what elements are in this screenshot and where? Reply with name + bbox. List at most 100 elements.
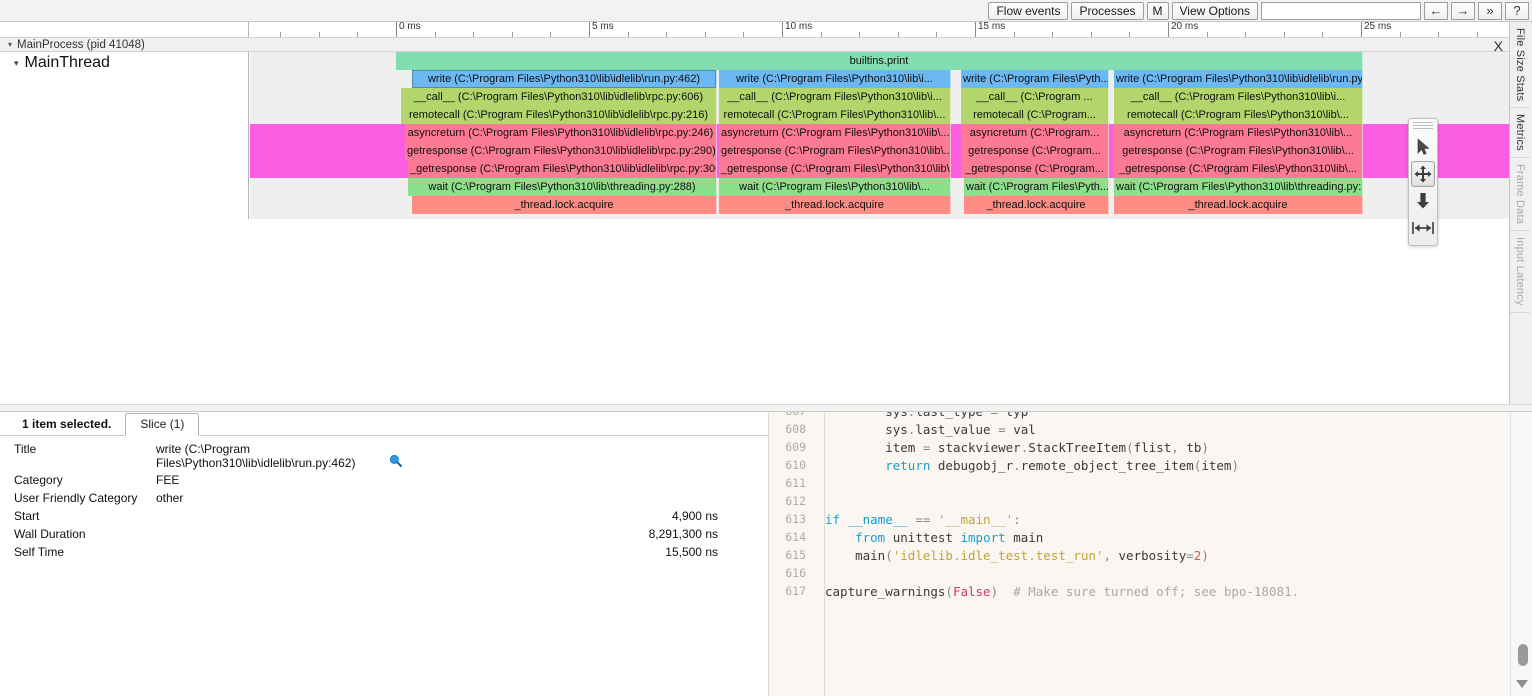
flame-slice[interactable]: write (C:\Program Files\Python310\lib\id…	[412, 70, 717, 88]
ruler-tick-label: 25 ms	[1364, 22, 1392, 32]
tab-slice[interactable]: Slice (1)	[125, 413, 200, 436]
flame-slice-label: write (C:\Program Files\Python310\lib\id…	[1116, 73, 1362, 85]
horizontal-arrows-icon	[1412, 222, 1434, 234]
flame-slice[interactable]: wait (C:\Program Files\Python310\lib\thr…	[1114, 178, 1363, 196]
trace-viewer-app: Flow events Processes M View Options ← → » …	[0, 0, 1532, 696]
flame-slice[interactable]: __call__ (C:\Program ...	[961, 88, 1109, 106]
flame-slice[interactable]: getresponse (C:\Program Files\Python310\…	[719, 142, 951, 160]
process-expand-caret-icon[interactable]: ▾	[8, 40, 12, 49]
code-line: 614 from unittest import main	[769, 528, 1510, 546]
flame-chart[interactable]: builtins.print write (C:\Program Files\Py…	[250, 52, 1509, 219]
flame-slice[interactable]: remotecall (C:\Program Files\Python310\l…	[1114, 106, 1363, 124]
flame-slice[interactable]: asyncreturn (C:\Program Files\Python310\…	[719, 124, 951, 142]
code-text: from unittest import main	[855, 529, 1044, 545]
selection-count-label: 1 item selected.	[22, 417, 112, 431]
flow-events-button[interactable]: Flow events	[988, 1, 1069, 20]
scrollbar-thumb[interactable]	[1518, 644, 1528, 666]
line-number: 616	[785, 566, 806, 580]
panel-splitter[interactable]	[0, 404, 1532, 412]
overflow-menu-button[interactable]: »	[1478, 1, 1502, 20]
property-value-cell: 15,500 ns	[156, 545, 760, 559]
code-panel-scrollbar[interactable]	[1510, 412, 1532, 696]
search-input[interactable]	[1261, 1, 1421, 20]
process-header-row[interactable]: ▾ MainProcess (pid 41048) X	[0, 37, 1509, 54]
source-code-panel[interactable]: 607 sys.last_type = typ608 sys.last_valu…	[768, 412, 1510, 696]
drag-handle-icon[interactable]	[1413, 122, 1433, 131]
metrics-button[interactable]: M	[1146, 1, 1169, 20]
right-side-panel-tabs[interactable]: File Size Stats Metrics Frame Data Input La…	[1509, 22, 1532, 418]
property-value: write (C:\Program Files\Python310\lib\id…	[156, 442, 356, 470]
flame-slice-label: getresponse (C:\Program Files\Python310\…	[721, 145, 950, 157]
flame-row-depth-2: __call__ (C:\Program Files\Python310\lib…	[250, 88, 1509, 106]
code-text: item = stackviewer.StackTreeItem(flist, …	[885, 439, 1209, 455]
code-line: 613 if __name__ == '__main__':	[769, 510, 1510, 528]
pan-tool-button[interactable]	[1411, 161, 1435, 187]
processes-button[interactable]: Processes	[1071, 1, 1144, 20]
flame-slice[interactable]: _getresponse (C:\Program Files\Python310…	[1114, 160, 1363, 178]
flame-slice[interactable]: _thread.lock.acquire	[1114, 196, 1363, 214]
code-text: if __name__ == '__main__':	[825, 511, 1021, 527]
zoom-tool-button[interactable]	[1411, 188, 1435, 214]
timing-tool-button[interactable]	[1411, 215, 1435, 241]
flame-slice[interactable]: _thread.lock.acquire	[964, 196, 1109, 214]
line-number: 615	[785, 548, 806, 562]
tab-metrics[interactable]: Metrics	[1510, 108, 1530, 159]
ruler-tick-label: 5 ms	[592, 22, 614, 32]
flame-slice-label: getresponse (C:\Program Files\Python310\…	[407, 145, 716, 157]
flame-slice[interactable]: wait (C:\Program Files\Pyth...	[964, 178, 1109, 196]
flame-slice[interactable]: _getresponse (C:\Program Files\Python310…	[408, 160, 717, 178]
flame-slice-label: getresponse (C:\Program...	[968, 145, 1101, 157]
flame-slice[interactable]: asyncreturn (C:\Program Files\Python310\…	[405, 124, 717, 142]
flame-slice[interactable]: write (C:\Program Files\Python310\lib\i.…	[719, 70, 951, 88]
code-line: 615 main('idlelib.idle_test.test_run', v…	[769, 546, 1510, 564]
flame-row-depth-7: wait (C:\Program Files\Python310\lib\thr…	[250, 178, 1509, 196]
flame-slice[interactable]: getresponse (C:\Program Files\Python310\…	[405, 142, 717, 160]
flame-slice[interactable]: asyncreturn (C:\Program Files\Python310\…	[1114, 124, 1363, 142]
flame-slice[interactable]: getresponse (C:\Program...	[961, 142, 1109, 160]
property-row: Self Time 15,500 ns	[0, 545, 760, 563]
help-button[interactable]: ?	[1505, 1, 1529, 20]
flame-slice[interactable]: _thread.lock.acquire	[412, 196, 717, 214]
flame-row-depth-3: remotecall (C:\Program Files\Python310\l…	[250, 106, 1509, 124]
search-next-button[interactable]: →	[1451, 1, 1475, 20]
tab-frame-data[interactable]: Frame Data	[1510, 158, 1530, 232]
search-prev-button[interactable]: ←	[1424, 1, 1448, 20]
tab-input-latency[interactable]: Input Latency	[1510, 231, 1530, 313]
line-number: 610	[785, 458, 806, 472]
flame-row-depth-6: _getresponse (C:\Program Files\Python310…	[250, 160, 1509, 178]
flame-slice[interactable]: _getresponse (C:\Program Files\Python310…	[719, 160, 951, 178]
flame-slice[interactable]: __call__ (C:\Program Files\Python310\lib…	[401, 88, 717, 106]
code-line: 608 sys.last_value = val	[769, 420, 1510, 438]
flame-slice-label: _getresponse (C:\Program Files\Python310…	[410, 163, 716, 175]
navigation-tool-palette[interactable]	[1408, 118, 1438, 246]
flame-slice[interactable]: write (C:\Program Files\Python310\lib\id…	[1114, 70, 1363, 88]
flame-slice[interactable]: __call__ (C:\Program Files\Python310\lib…	[1114, 88, 1363, 106]
scrollbar-down-arrow-icon[interactable]	[1516, 680, 1528, 688]
code-text: sys.last_value = val	[885, 421, 1036, 437]
property-row: Start 4,900 ns	[0, 509, 760, 527]
view-options-button[interactable]: View Options	[1171, 1, 1258, 20]
flame-slice[interactable]: _thread.lock.acquire	[719, 196, 951, 214]
ruler-tick-label: 15 ms	[978, 22, 1006, 32]
flame-slice[interactable]: asyncreturn (C:\Program...	[961, 124, 1109, 142]
flame-slice[interactable]: _getresponse (C:\Program...	[961, 160, 1109, 178]
property-key: Category	[14, 473, 63, 487]
search-icon[interactable]	[389, 454, 403, 470]
thread-header[interactable]: ▾ MainThread	[0, 52, 248, 74]
thread-expand-caret-icon[interactable]: ▾	[14, 58, 19, 69]
timeline-ruler[interactable]: 0 ms 5 ms 10 ms 15 ms 20 ms 25 ms	[0, 22, 1509, 37]
flame-slice[interactable]: __call__ (C:\Program Files\Python310\lib…	[719, 88, 951, 106]
flame-slice[interactable]: wait (C:\Program Files\Python310\lib\thr…	[408, 178, 717, 196]
flame-slice[interactable]: builtins.print	[396, 52, 1363, 70]
close-icon[interactable]: X	[1494, 38, 1503, 54]
flame-slice[interactable]: remotecall (C:\Program Files\Python310\l…	[719, 106, 951, 124]
flame-slice[interactable]: getresponse (C:\Program Files\Python310\…	[1114, 142, 1363, 160]
flame-slice[interactable]: wait (C:\Program Files\Python310\lib\...	[719, 178, 951, 196]
flame-slice[interactable]: remotecall (C:\Program...	[961, 106, 1109, 124]
flame-slice-label: _thread.lock.acquire	[1188, 199, 1288, 211]
tab-file-size-stats[interactable]: File Size Stats	[1510, 22, 1530, 109]
flame-slice[interactable]: write (C:\Program Files\Pyth...	[961, 70, 1109, 88]
select-tool-button[interactable]	[1411, 134, 1435, 160]
flame-slice-label: wait (C:\Program Files\Python310\lib\thr…	[1116, 181, 1362, 193]
flame-slice[interactable]: remotecall (C:\Program Files\Python310\l…	[401, 106, 717, 124]
